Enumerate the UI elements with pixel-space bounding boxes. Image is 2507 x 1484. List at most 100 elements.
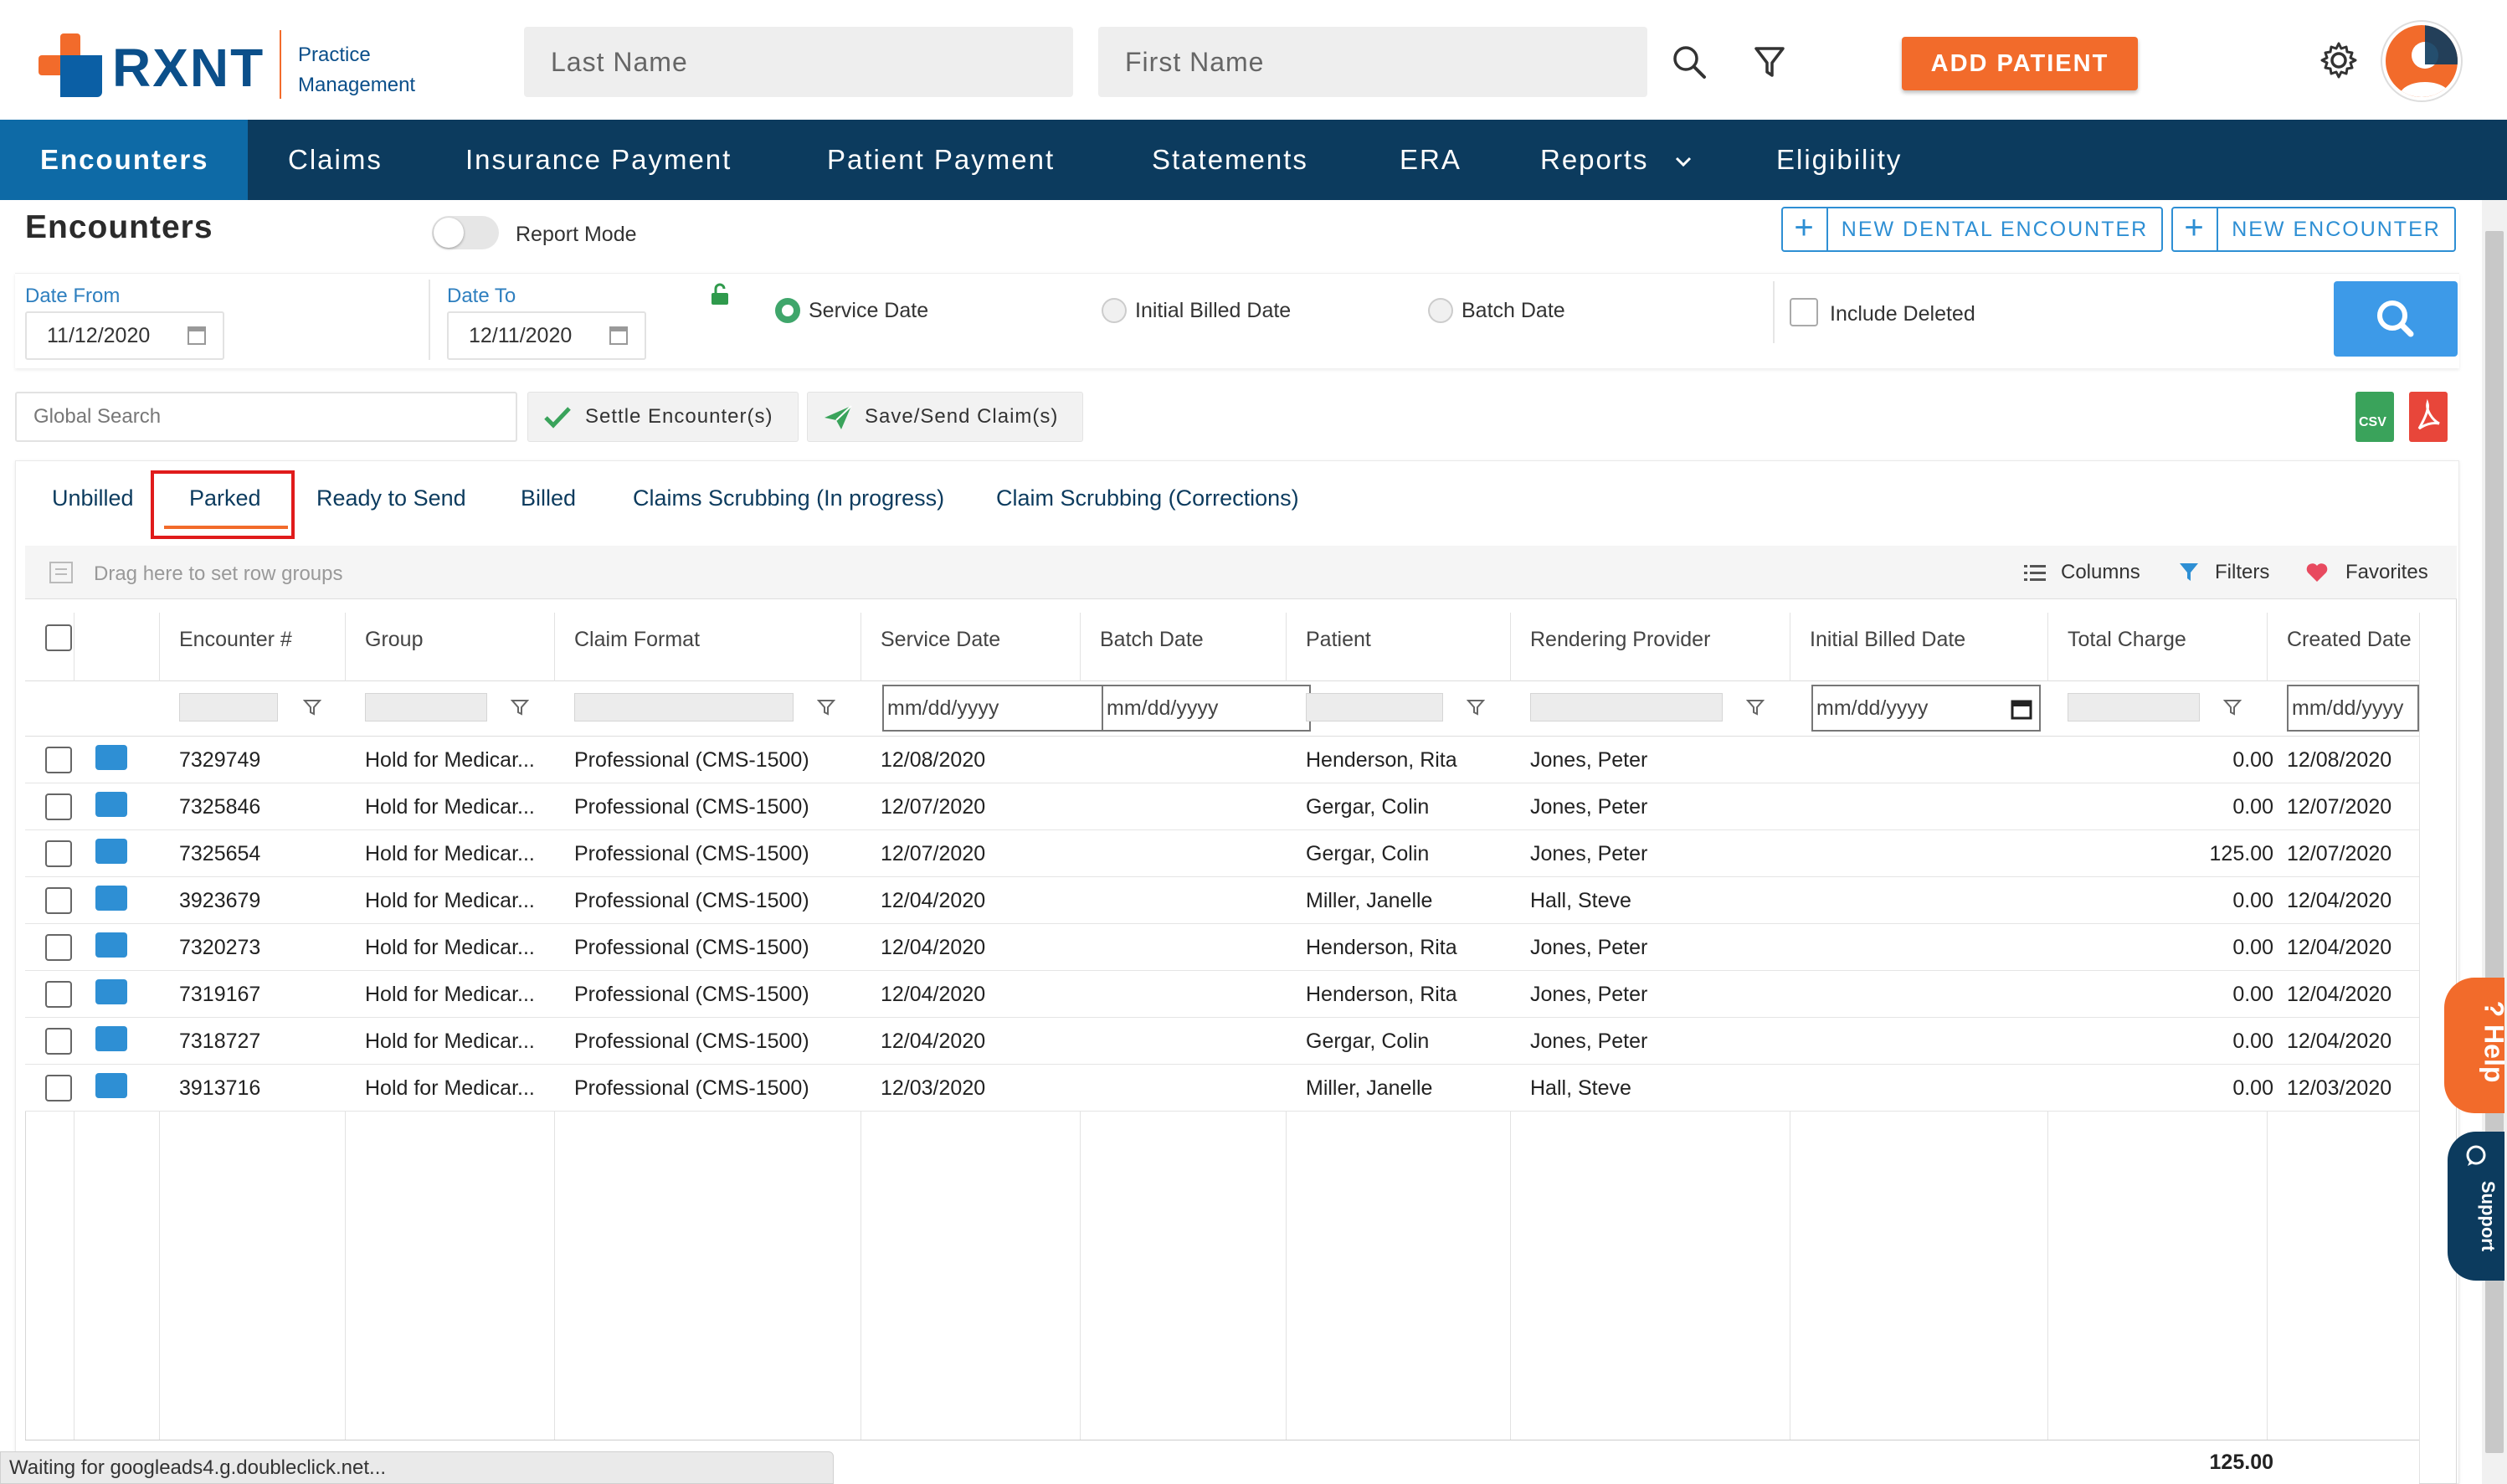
global-search-input[interactable] <box>15 392 517 442</box>
rxnt-logo[interactable]: RXNT Practice Management <box>39 30 457 105</box>
table-row[interactable]: 7325654 Hold for Medicar... Professional… <box>25 830 2419 877</box>
columns-button[interactable]: Columns <box>2061 561 2140 584</box>
row-checkbox[interactable] <box>45 747 72 773</box>
initial-billed-date-filter-input[interactable]: mm/dd/yyyy <box>1811 685 2041 732</box>
add-patient-button[interactable]: ADD PATIENT <box>1902 37 2138 90</box>
table-row[interactable]: 3913716 Hold for Medicar... Professional… <box>25 1065 2419 1112</box>
table-row[interactable]: 7318727 Hold for Medicar... Professional… <box>25 1018 2419 1065</box>
contact-card-icon[interactable] <box>95 932 127 958</box>
user-avatar[interactable] <box>2382 22 2461 100</box>
tab-billed[interactable]: Billed <box>521 485 576 511</box>
filter-icon[interactable] <box>1467 698 1485 716</box>
row-checkbox[interactable] <box>45 934 72 961</box>
pdf-export-icon[interactable] <box>2409 392 2448 442</box>
table-row[interactable]: 7320273 Hold for Medicar... Professional… <box>25 924 2419 971</box>
claim-format-filter-input[interactable] <box>574 693 794 721</box>
filters-button[interactable]: Filters <box>2215 561 2269 584</box>
chat-icon <box>2466 1145 2486 1166</box>
batch-date-radio[interactable] <box>1428 298 1453 323</box>
col-claim-format[interactable]: Claim Format <box>574 628 700 652</box>
nav-insurance-payment[interactable]: Insurance Payment <box>425 120 772 200</box>
contact-card-icon[interactable] <box>95 1073 127 1098</box>
new-encounter-button[interactable]: + NEW ENCOUNTER <box>2171 207 2456 252</box>
tab-claim-scrubbing-corrections[interactable]: Claim Scrubbing (Corrections) <box>996 485 1299 511</box>
nav-patient-payment[interactable]: Patient Payment <box>787 120 1095 200</box>
col-group[interactable]: Group <box>365 628 423 652</box>
filter-icon[interactable] <box>1746 698 1765 716</box>
table-row[interactable]: 3923679 Hold for Medicar... Professional… <box>25 877 2419 924</box>
row-group-icon <box>49 562 73 583</box>
search-icon[interactable] <box>1666 39 1713 85</box>
first-name-input[interactable] <box>1098 27 1647 97</box>
col-initial-billed-date[interactable]: Initial Billed Date <box>1810 628 1965 652</box>
contact-card-icon[interactable] <box>95 886 127 911</box>
save-send-claims-button[interactable]: Save/Send Claim(s) <box>807 392 1083 442</box>
col-service-date[interactable]: Service Date <box>881 628 1000 652</box>
unlock-icon[interactable] <box>710 283 730 306</box>
total-charge-sum: 125.00 <box>2209 1451 2273 1474</box>
filter-icon[interactable] <box>1746 39 1793 85</box>
created-date-filter-input[interactable]: mm/dd/yyyy <box>2287 685 2419 732</box>
tab-claims-scrubbing-in-progress[interactable]: Claims Scrubbing (In progress) <box>633 485 944 511</box>
contact-card-icon[interactable] <box>95 1026 127 1051</box>
gear-icon[interactable] <box>2315 37 2362 84</box>
col-batch-date[interactable]: Batch Date <box>1100 628 1204 652</box>
row-checkbox[interactable] <box>45 981 72 1008</box>
table-row[interactable]: 7329749 Hold for Medicar... Professional… <box>25 737 2419 783</box>
nav-eligibility[interactable]: Eligibility <box>1736 120 1942 200</box>
row-checkbox[interactable] <box>45 793 72 820</box>
row-checkbox[interactable] <box>45 840 72 867</box>
col-encounter[interactable]: Encounter # <box>179 628 292 652</box>
nav-claims[interactable]: Claims <box>248 120 423 200</box>
group-filter-input[interactable] <box>365 693 487 721</box>
contact-card-icon[interactable] <box>95 979 127 1004</box>
row-checkbox[interactable] <box>45 1075 72 1101</box>
initial-billed-date-radio[interactable] <box>1102 298 1127 323</box>
service-date-filter-input[interactable]: mm/dd/yyyy <box>882 685 1103 732</box>
include-deleted-label: Include Deleted <box>1830 302 1975 326</box>
row-checkbox[interactable] <box>45 887 72 914</box>
batch-date-filter-input[interactable]: mm/dd/yyyy <box>1102 685 1311 732</box>
service-date-radio[interactable] <box>775 298 800 323</box>
report-mode-toggle[interactable] <box>432 216 499 249</box>
table-row[interactable]: 7319167 Hold for Medicar... Professional… <box>25 971 2419 1018</box>
contact-card-icon[interactable] <box>95 792 127 817</box>
filter-icon[interactable] <box>511 698 529 716</box>
patient-filter-input[interactable] <box>1306 693 1443 721</box>
nav-statements[interactable]: Statements <box>1112 120 1349 200</box>
search-button[interactable] <box>2334 281 2458 357</box>
tab-unbilled[interactable]: Unbilled <box>52 485 134 511</box>
new-dental-encounter-button[interactable]: + NEW DENTAL ENCOUNTER <box>1781 207 2163 252</box>
nav-reports[interactable]: Reports <box>1500 120 1710 200</box>
row-checkbox[interactable] <box>45 1028 72 1055</box>
contact-card-icon[interactable] <box>95 745 127 770</box>
calendar-icon[interactable] <box>2011 698 2032 720</box>
nav-era[interactable]: ERA <box>1359 120 1502 200</box>
settle-encounters-button[interactable]: Settle Encounter(s) <box>527 392 799 442</box>
col-total-charge[interactable]: Total Charge <box>2068 628 2186 652</box>
filter-icon[interactable] <box>2223 698 2242 716</box>
select-all-checkbox[interactable] <box>45 624 72 651</box>
col-rendering-provider[interactable]: Rendering Provider <box>1530 628 1710 652</box>
columns-icon <box>2024 565 2046 581</box>
date-from-input[interactable]: 11/12/2020 <box>25 311 224 360</box>
provider-filter-input[interactable] <box>1530 693 1723 721</box>
col-created-date[interactable]: Created Date <box>2287 628 2412 652</box>
contact-card-icon[interactable] <box>95 839 127 864</box>
help-tab[interactable]: ? Help <box>2444 978 2507 1113</box>
favorites-button[interactable]: Favorites <box>2345 561 2428 584</box>
filter-icon[interactable] <box>303 698 321 716</box>
encounter-filter-input[interactable] <box>179 693 278 721</box>
col-patient[interactable]: Patient <box>1306 628 1371 652</box>
filter-icon[interactable] <box>817 698 835 716</box>
table-row[interactable]: 7325846 Hold for Medicar... Professional… <box>25 783 2419 830</box>
nav-encounters[interactable]: Encounters <box>0 120 248 200</box>
csv-export-icon[interactable]: CSV <box>2355 392 2394 442</box>
total-charge-filter-input[interactable] <box>2068 693 2200 721</box>
browser-status-bar: Waiting for googleads4.g.doubleclick.net… <box>0 1451 834 1484</box>
last-name-input[interactable] <box>524 27 1073 97</box>
include-deleted-checkbox[interactable] <box>1790 298 1818 326</box>
date-to-input[interactable]: 12/11/2020 <box>447 311 646 360</box>
support-tab[interactable]: Support <box>2448 1132 2504 1281</box>
tab-ready-to-send[interactable]: Ready to Send <box>316 485 466 511</box>
